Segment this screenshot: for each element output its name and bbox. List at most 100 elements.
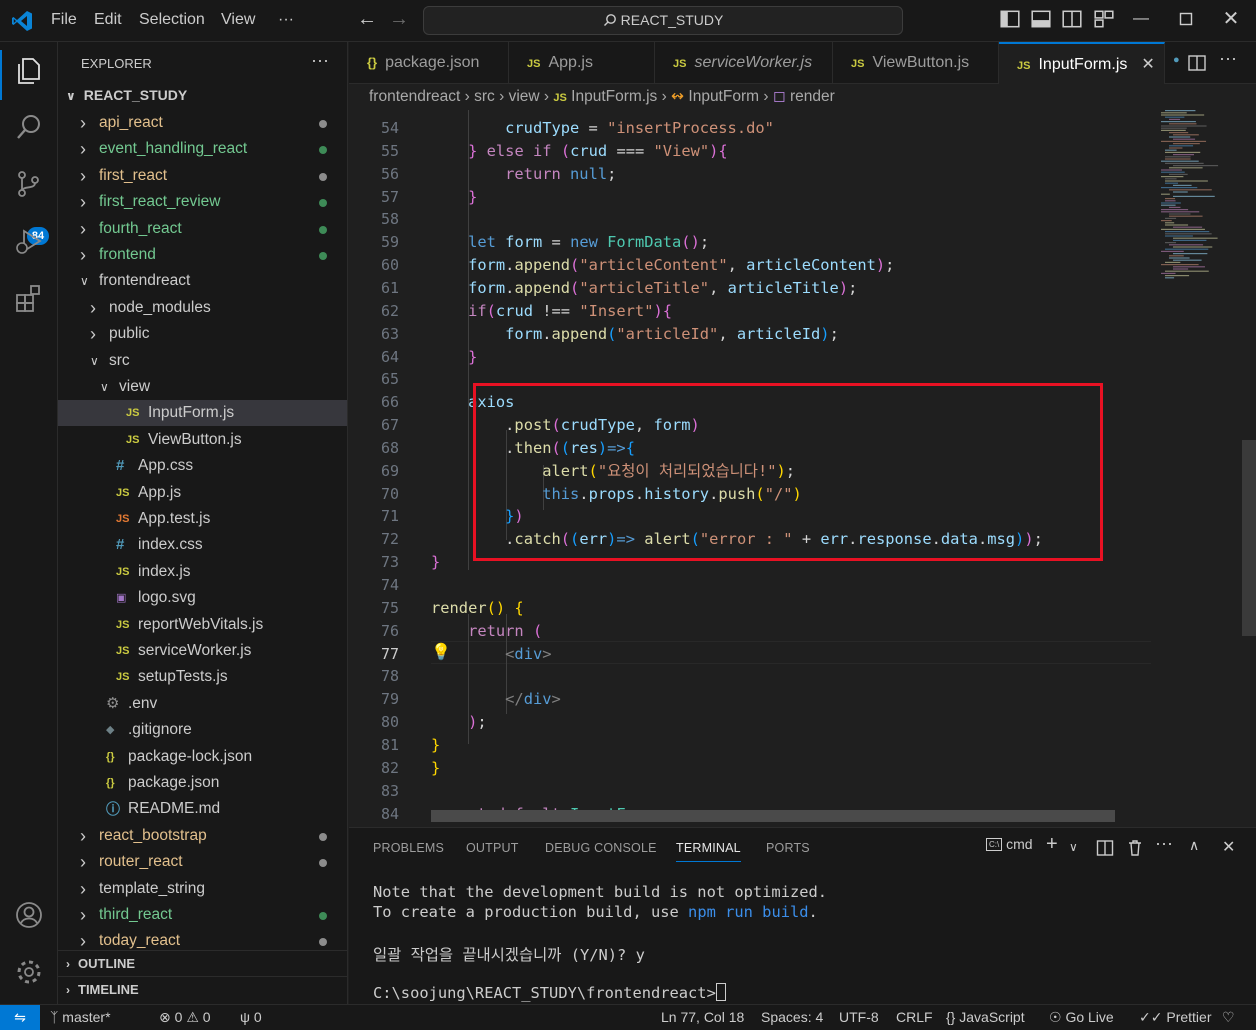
breadcrumb-item[interactable]: frontendreact [369,88,460,105]
explorer-more-button[interactable]: ··· [311,50,329,71]
search-icon[interactable] [14,112,44,142]
folder-item[interactable]: › router_react [58,849,347,875]
file-item[interactable]: JS InputForm.js [58,400,347,427]
file-item[interactable]: {} package-lock.json [58,744,347,770]
menu-view[interactable]: View [221,11,255,29]
file-item[interactable]: JS App.js [58,480,347,506]
file-item[interactable]: {} package.json [58,770,347,796]
horizontal-scrollbar[interactable] [431,810,1115,822]
tab-viewbutton-js[interactable]: JS ViewButton.js [833,42,999,84]
toggle-panel-icon[interactable] [1030,8,1052,30]
folder-item[interactable]: › first_react [58,163,347,189]
ports-indicator[interactable]: ψ 0 [240,1005,262,1030]
go-live-button[interactable]: ☉ Go Live [1049,1005,1114,1030]
new-terminal-icon[interactable]: + [1046,833,1058,856]
breadcrumb-item[interactable]: InputForm.js [571,88,657,105]
folder-item[interactable]: › api_react [58,110,347,136]
panel-more-icon[interactable]: ··· [1155,833,1173,854]
settings-gear-icon[interactable] [14,957,44,987]
file-item[interactable]: JS setupTests.js [58,664,347,690]
forward-arrow-icon[interactable]: → [389,8,409,31]
prettier-button[interactable]: ✓✓ Prettier [1139,1005,1211,1030]
folder-item[interactable]: › event_handling_react [58,136,347,162]
folder-item[interactable]: › node_modules [58,295,347,321]
file-item[interactable]: JS index.js [58,559,347,585]
file-item[interactable]: # App.css [58,453,347,479]
account-icon[interactable] [14,900,44,930]
tab-output[interactable]: OUTPUT [466,841,519,855]
split-terminal-icon[interactable] [1096,839,1114,857]
maximize-panel-icon[interactable]: ∧ [1189,837,1199,854]
editor-more-actions-icon[interactable]: ··· [1219,48,1237,69]
close-tab-icon[interactable]: ✕ [1141,56,1154,73]
menu-file[interactable]: File [51,11,77,29]
folder-item[interactable]: › frontend [58,242,347,268]
tab-package-json[interactable]: {} package.json [349,42,509,84]
menu-edit[interactable]: Edit [94,11,122,29]
close-window-icon[interactable]: ✕ [1220,8,1242,30]
timeline-section[interactable]: › TIMELINE [58,976,347,1002]
folder-item[interactable]: › third_react [58,902,347,928]
file-item[interactable]: ◆ .gitignore [58,717,347,743]
branch-indicator[interactable]: ᛉ master* [50,1005,111,1030]
lightbulb-icon[interactable]: 💡 [431,642,451,661]
trash-icon[interactable] [1126,839,1144,857]
menu-selection[interactable]: Selection [139,11,205,29]
file-item[interactable]: JS reportWebVitals.js [58,612,347,638]
cursor-position[interactable]: Ln 77, Col 18 [661,1005,744,1030]
command-center-search[interactable]: REACT_STUDY [423,6,903,35]
breadcrumb-item[interactable]: InputForm [688,88,759,105]
outline-section[interactable]: › OUTLINE [58,950,347,976]
folder-item[interactable]: › react_bootstrap [58,823,347,849]
back-arrow-icon[interactable]: ← [357,8,377,31]
terminal-shell-selector[interactable]: C:\ cmd [986,836,1033,852]
folder-item[interactable]: › public [58,321,347,347]
encoding[interactable]: UTF-8 [839,1005,879,1030]
tab-ports[interactable]: PORTS [766,841,810,855]
tab-debug-console[interactable]: DEBUG CONSOLE [545,841,657,855]
folder-item[interactable]: ∨ src [58,348,347,374]
code-editor[interactable]: 54 crudType = "insertProcess.do" 55 } els… [349,110,1256,826]
tab-inputform-js[interactable]: JS InputForm.js ✕ [999,42,1165,84]
folder-item[interactable]: › template_string [58,876,347,902]
file-item[interactable]: JS serviceWorker.js [58,638,347,664]
extensions-icon[interactable] [14,283,44,313]
terminal-prompt[interactable]: C:\soojung\REACT_STUDY\frontendreact> [373,983,726,1002]
remote-indicator-icon[interactable]: ⇋ [0,1005,40,1030]
toggle-secondary-sidebar-icon[interactable] [1061,8,1083,30]
chevron-down-icon[interactable]: ∨ [1069,840,1078,854]
close-panel-icon[interactable]: ✕ [1222,837,1235,857]
tab-serviceworker-js[interactable]: JS serviceWorker.js [655,42,833,84]
tab-terminal[interactable]: TERMINAL [676,841,741,862]
file-item[interactable]: JS App.test.js [58,506,347,532]
folder-item[interactable]: › first_react_review [58,189,347,215]
file-item[interactable]: # index.css [58,532,347,558]
workspace-root[interactable]: ∨ REACT_STUDY [66,87,187,103]
notifications-bell-icon[interactable]: ♡ [1222,1005,1235,1030]
customize-layout-icon[interactable] [1093,8,1115,30]
folder-item[interactable]: ∨ frontendreact [58,268,347,294]
tab-app-js[interactable]: JS App.js [509,42,655,84]
run-debug-icon[interactable] [14,226,44,256]
file-item[interactable]: ⚙ .env [58,691,347,717]
minimap[interactable] [1151,110,1247,826]
toggle-primary-sidebar-icon[interactable] [999,8,1021,30]
problems-indicator[interactable]: ⊗ 0 ⚠ 0 [159,1005,211,1030]
breadcrumb-item[interactable]: src [474,88,495,105]
menu-more[interactable]: ··· [278,11,294,29]
vertical-scrollbar[interactable] [1242,440,1256,636]
tab-problems[interactable]: PROBLEMS [373,841,444,855]
split-editor-icon[interactable] [1187,53,1207,73]
explorer-icon[interactable] [14,55,44,85]
file-item[interactable]: ⓘ README.md [58,796,347,822]
minimize-icon[interactable]: — [1130,8,1152,30]
maximize-icon[interactable] [1175,8,1197,30]
breadcrumb-item[interactable]: render [790,88,835,105]
folder-item[interactable]: ∨ view [58,374,347,400]
folder-item[interactable]: › fourth_react [58,216,347,242]
language-mode[interactable]: {} JavaScript [946,1005,1025,1030]
file-item[interactable]: ▣ logo.svg [58,585,347,611]
source-control-icon[interactable] [14,169,44,199]
indentation[interactable]: Spaces: 4 [761,1005,823,1030]
file-item[interactable]: JS ViewButton.js [58,427,347,453]
